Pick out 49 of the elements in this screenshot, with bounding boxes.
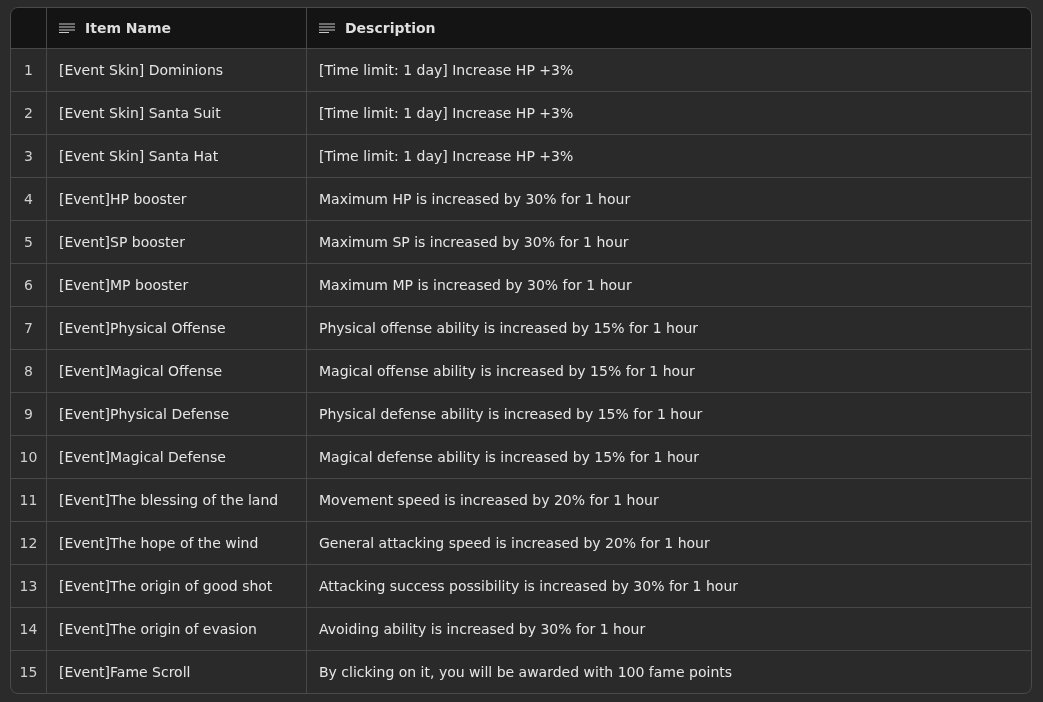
table-cell: [Event Skin] Santa Suit: [59, 105, 221, 121]
text-lines-icon: [59, 23, 75, 33]
row-number: 9: [24, 406, 33, 422]
table-cell: Movement speed is increased by 20% for 1 hour: [319, 492, 659, 508]
table-cell: [Event]Physical Defense: [59, 406, 230, 422]
table-cell: [Event]The hope of the wind: [59, 535, 259, 551]
row-number: 10: [19, 449, 38, 465]
table-cell: Avoiding ability is increased by 30% for 1 hour: [319, 621, 646, 637]
table-cell: By clicking on it, you will be awarded with 100 fame points: [319, 664, 733, 680]
table-cell: Physical defense ability is increased by 15% for 1 hour: [319, 406, 703, 422]
table-cell: [Event]The origin of evasion: [59, 621, 257, 637]
table-cell: [Event Skin] Dominions: [59, 62, 224, 78]
table-cell: Maximum HP is increased by 30% for 1 hour: [319, 191, 631, 207]
column-header[interactable]: Item Name: [85, 20, 172, 36]
row-number: 3: [24, 148, 33, 164]
table-cell: Magical offense ability is increased by 15% for 1 hour: [319, 363, 695, 379]
table-cell: [Event]Fame Scroll: [59, 664, 191, 680]
row-number: 7: [24, 320, 33, 336]
row-number: 4: [24, 191, 33, 207]
table-cell: Physical offense ability is increased by 15% for 1 hour: [319, 320, 699, 336]
row-number: 11: [19, 492, 38, 508]
row-number: 12: [19, 535, 38, 551]
table-cell: [Event]HP booster: [59, 191, 187, 207]
row-number: 2: [24, 105, 33, 121]
row-number: 14: [19, 621, 38, 637]
table-cell: [Event]The origin of good shot: [59, 578, 273, 594]
row-number: 6: [24, 277, 33, 293]
table-cell: [Event]MP booster: [59, 277, 189, 293]
table-cell: Magical defense ability is increased by 15% for 1 hour: [319, 449, 699, 465]
table-cell: [Event]Physical Offense: [59, 320, 226, 336]
table-cell: General attacking speed is increased by 20% for 1 hour: [319, 535, 710, 551]
table-cell: Maximum MP is increased by 30% for 1 hour: [319, 277, 632, 293]
table-cell: [Event Skin] Santa Hat: [59, 148, 219, 164]
table-cell: [Time limit: 1 day] Increase HP +3%: [319, 148, 574, 164]
row-number: 1: [24, 62, 33, 78]
table-cell: Attacking success possibility is increased by 30% for 1 hour: [319, 578, 738, 594]
text-lines-icon: [319, 23, 335, 33]
row-number: 8: [24, 363, 33, 379]
row-number: 13: [19, 578, 38, 594]
table-cell: [Time limit: 1 day] Increase HP +3%: [319, 105, 574, 121]
row-number: 5: [24, 234, 33, 250]
table-cell: [Time limit: 1 day] Increase HP +3%: [319, 62, 574, 78]
table-cell: [Event]Magical Offense: [59, 363, 223, 379]
row-number: 15: [19, 664, 38, 680]
table-cell: [Event]The blessing of the land: [59, 492, 279, 508]
table-cell: Maximum SP is increased by 30% for 1 hour: [319, 234, 629, 250]
column-header[interactable]: Description: [345, 20, 436, 36]
table-cell: [Event]Magical Defense: [59, 449, 226, 465]
table-cell: [Event]SP booster: [59, 234, 185, 250]
